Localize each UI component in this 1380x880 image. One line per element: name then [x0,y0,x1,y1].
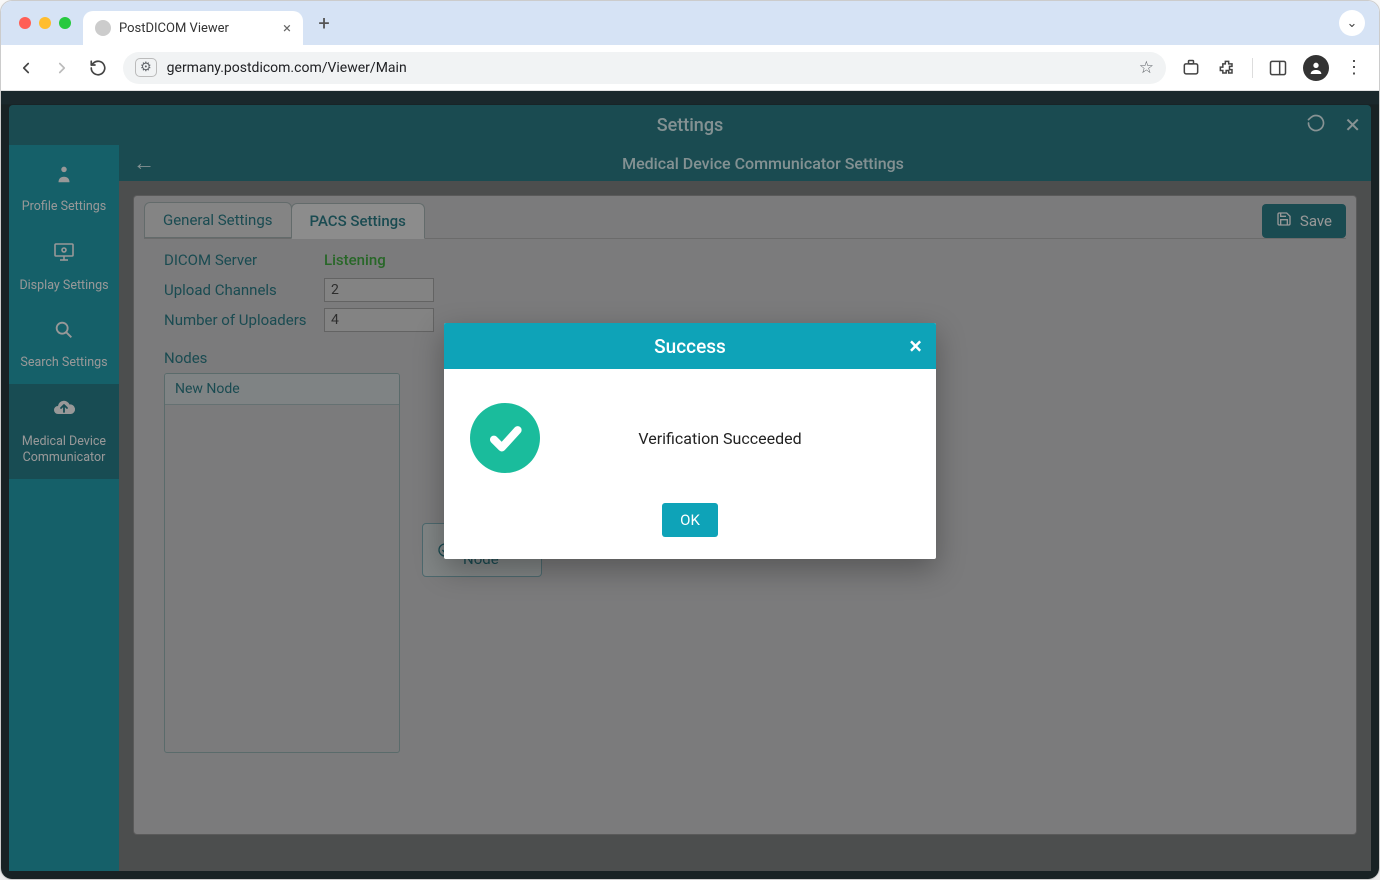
tab-close-icon[interactable]: × [283,19,291,37]
tab-title: PostDICOM Viewer [119,21,229,36]
extensions-puzzle-icon[interactable] [1216,57,1238,79]
minimize-window-icon[interactable] [39,17,51,29]
browser-tabbar: PostDICOM Viewer × + ⌄ [1,1,1379,45]
url-text: germany.postdicom.com/Viewer/Main [167,60,407,76]
close-window-icon[interactable] [19,17,31,29]
modal-body: Verification Succeeded [444,369,936,489]
modal-ok-button[interactable]: OK [662,503,718,537]
toolbar-separator [1252,58,1253,78]
modal-header: Success × [444,323,936,369]
new-tab-button[interactable]: + [309,8,339,38]
modal-message: Verification Succeeded [570,429,910,448]
profile-avatar-icon[interactable] [1303,55,1329,81]
browser-toolbar: ⚙ germany.postdicom.com/Viewer/Main ☆ ⋮ [1,45,1379,91]
forward-button[interactable] [51,57,73,79]
favicon-icon [95,20,111,36]
kebab-menu-icon[interactable]: ⋮ [1343,57,1365,79]
site-settings-icon[interactable]: ⚙ [135,58,157,77]
modal-close-icon[interactable]: × [909,332,922,360]
reload-button[interactable] [87,57,109,79]
address-bar[interactable]: ⚙ germany.postdicom.com/Viewer/Main ☆ [123,52,1166,84]
side-panel-icon[interactable] [1267,57,1289,79]
success-check-icon [470,403,540,473]
tab-overflow-button[interactable]: ⌄ [1339,10,1365,36]
modal-title: Success [654,335,726,358]
window-controls [13,17,83,29]
extension-icon[interactable] [1180,57,1202,79]
fullscreen-window-icon[interactable] [59,17,71,29]
modal-footer: OK [444,489,936,559]
success-modal: Success × Verification Succeeded OK [444,323,936,559]
app-viewport: Settings ✕ Profile Settings [1,91,1379,879]
back-button[interactable] [15,57,37,79]
browser-tab[interactable]: PostDICOM Viewer × [83,11,303,45]
bookmark-star-icon[interactable]: ☆ [1139,58,1154,78]
browser-window: PostDICOM Viewer × + ⌄ ⚙ germany.postdic… [0,0,1380,880]
